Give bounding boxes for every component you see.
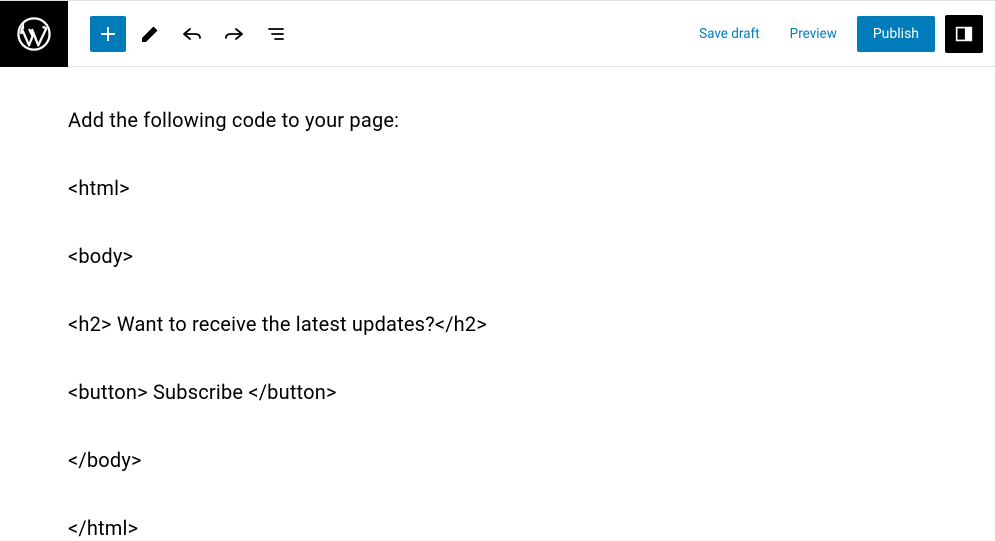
editor-paragraph[interactable]: Add the following code to your page: (68, 107, 995, 133)
editor-paragraph[interactable]: <body> (68, 243, 995, 269)
wordpress-logo-button[interactable] (0, 1, 68, 67)
list-view-icon (264, 22, 288, 46)
add-block-button[interactable] (90, 16, 126, 52)
publish-button[interactable]: Publish (857, 16, 935, 52)
editor-paragraph[interactable]: <button> Subscribe </button> (68, 379, 995, 405)
plus-icon (96, 22, 120, 46)
editor-paragraph[interactable]: </html> (68, 515, 995, 541)
editor-toolbar: Save draft Preview Publish (0, 1, 995, 67)
editor-paragraph[interactable]: <h2> Want to receive the latest updates?… (68, 311, 995, 337)
undo-button[interactable] (174, 16, 210, 52)
edit-mode-button[interactable] (132, 16, 168, 52)
redo-button[interactable] (216, 16, 252, 52)
editor-content-area[interactable]: Add the following code to your page: <ht… (0, 67, 995, 541)
pencil-icon (138, 22, 162, 46)
toolbar-left-group (68, 16, 294, 52)
preview-button[interactable]: Preview (780, 18, 847, 50)
editor-paragraph[interactable]: </body> (68, 447, 995, 473)
editor-paragraph[interactable]: <html> (68, 175, 995, 201)
undo-icon (180, 22, 204, 46)
wordpress-icon (17, 17, 51, 51)
settings-sidebar-button[interactable] (945, 15, 983, 53)
document-outline-button[interactable] (258, 16, 294, 52)
save-draft-button[interactable]: Save draft (689, 18, 770, 50)
settings-sidebar-icon (953, 23, 975, 45)
redo-icon (222, 22, 246, 46)
toolbar-right-group: Save draft Preview Publish (689, 15, 995, 53)
